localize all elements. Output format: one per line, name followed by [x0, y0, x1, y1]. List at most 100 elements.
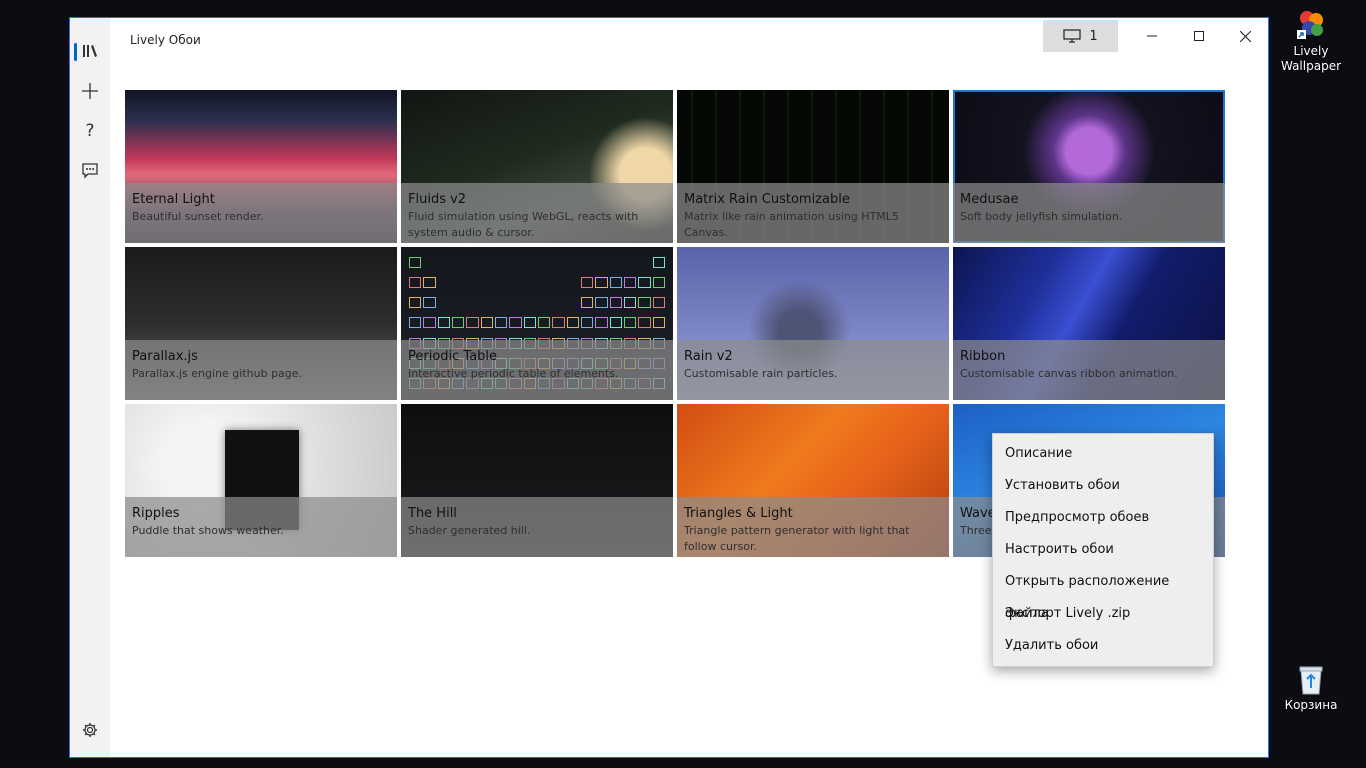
periodic-cell [609, 317, 622, 329]
minimize-button[interactable] [1129, 18, 1175, 54]
menu-item-open-location[interactable]: Открыть расположение файла [993, 566, 1213, 621]
tile-description: Triangle pattern generator with light th… [684, 524, 910, 553]
tile-title: Matrix Rain Customizable [684, 192, 850, 207]
menu-item-delete[interactable]: Удалить обои [993, 630, 1213, 662]
nav-sidebar: ? [70, 18, 110, 757]
tile-title: Ripples [132, 506, 180, 521]
periodic-cell [481, 297, 493, 308]
tile-description: Customisable rain particles. [684, 367, 838, 380]
periodic-cell [438, 297, 450, 308]
menu-item-description[interactable]: Описание [993, 438, 1213, 470]
nav-help-button[interactable]: ? [70, 111, 110, 151]
periodic-cell [509, 277, 521, 288]
menu-item-customise[interactable]: Настроить обои [993, 534, 1213, 566]
periodic-cell [638, 257, 650, 268]
tile-title: Triangles & Light [684, 506, 793, 521]
tile-title: Periodic Table [408, 349, 498, 364]
periodic-cell [652, 297, 665, 309]
monitor-select-button[interactable]: 1 [1043, 20, 1118, 52]
nav-add-button[interactable] [70, 71, 110, 111]
periodic-cell [524, 257, 536, 268]
periodic-cell [652, 317, 665, 329]
periodic-cell [538, 257, 550, 268]
lively-app-icon [1297, 11, 1323, 39]
periodic-cell [423, 317, 436, 329]
wallpaper-tile[interactable]: Ripples Puddle that shows weather. [125, 404, 397, 557]
periodic-cell [452, 297, 464, 308]
periodic-cell [652, 257, 665, 268]
feedback-icon [82, 163, 98, 179]
periodic-cell [538, 277, 550, 288]
close-button[interactable] [1222, 18, 1268, 54]
plus-icon [82, 83, 98, 99]
periodic-cell [423, 297, 436, 309]
tile-caption: Matrix Rain Customizable Matrix like rai… [677, 183, 949, 243]
tile-description: Puddle that shows weather. [132, 524, 284, 537]
window-title: Lively Обои [130, 33, 201, 47]
periodic-cell [652, 277, 665, 289]
periodic-cell [567, 257, 579, 268]
help-icon: ? [85, 121, 95, 141]
nav-settings-button[interactable] [70, 710, 110, 750]
nav-feedback-button[interactable] [70, 151, 110, 191]
wallpaper-tile[interactable]: The Hill Shader generated hill. [401, 404, 673, 557]
wallpaper-tile[interactable]: Rain v2 Customisable rain particles. [677, 247, 949, 400]
periodic-cell [409, 317, 422, 329]
periodic-cell [552, 317, 565, 329]
wallpaper-tile[interactable]: Ribbon Customisable canvas ribbon animat… [953, 247, 1225, 400]
nav-library-button[interactable] [70, 31, 110, 71]
periodic-cell [552, 297, 564, 308]
tile-description: Matrix like rain animation using HTML5 C… [684, 210, 899, 239]
tile-caption: The Hill Shader generated hill. [401, 497, 673, 557]
periodic-cell [438, 257, 450, 268]
periodic-cell [481, 257, 493, 268]
periodic-cell [638, 297, 651, 309]
periodic-cell [567, 297, 579, 308]
wallpaper-tile[interactable]: Eternal Light Beautiful sunset render. [125, 90, 397, 243]
periodic-cell [452, 277, 464, 288]
periodic-cell [452, 257, 464, 268]
wallpaper-tile[interactable]: Parallax.js Parallax.js engine github pa… [125, 247, 397, 400]
tile-description: Parallax.js engine github page. [132, 367, 303, 380]
tile-title: The Hill [408, 506, 457, 521]
monitor-icon [1063, 29, 1081, 43]
periodic-cell [509, 257, 521, 268]
periodic-cell [566, 317, 579, 329]
wallpaper-tile[interactable]: Fluids v2 Fluid simulation using WebGL, … [401, 90, 673, 243]
periodic-cell [595, 297, 608, 309]
periodic-cell [466, 277, 478, 288]
periodic-cell [537, 317, 551, 329]
periodic-cell [466, 317, 479, 329]
periodic-cell [595, 257, 607, 268]
periodic-cell [552, 277, 564, 288]
wallpaper-tile[interactable]: Matrix Rain Customizable Matrix like rai… [677, 90, 949, 243]
tile-caption: Rain v2 Customisable rain particles. [677, 340, 949, 400]
periodic-cell [409, 297, 422, 309]
periodic-cell [538, 297, 550, 308]
menu-item-set-wallpaper[interactable]: Установить обои [993, 470, 1213, 502]
wallpaper-tile[interactable]: Triangles & Light Triangle pattern gener… [677, 404, 949, 557]
tile-title: Eternal Light [132, 192, 215, 207]
tile-title: Parallax.js [132, 349, 198, 364]
tile-description: Soft body jellyfish simulation. [960, 210, 1123, 223]
maximize-button[interactable] [1176, 18, 1222, 54]
tile-caption: Fluids v2 Fluid simulation using WebGL, … [401, 183, 673, 243]
periodic-cell [409, 257, 422, 268]
periodic-cell [451, 317, 465, 329]
tile-caption: Medusae Soft body jellyfish simulation. [953, 183, 1225, 243]
wallpaper-tile[interactable]: Periodic Table Interactive periodic tabl… [401, 247, 673, 400]
desktop-icon-label: Lively Wallpaper [1280, 44, 1342, 73]
tile-description: Interactive periodic table of elements. [408, 367, 619, 380]
desktop-icon-lively[interactable]: Lively Wallpaper [1271, 8, 1351, 74]
periodic-cell [495, 257, 507, 268]
close-icon [1239, 30, 1251, 42]
tile-caption: Eternal Light Beautiful sunset render. [125, 183, 397, 243]
periodic-cell [480, 317, 493, 329]
menu-item-export-zip[interactable]: Экспорт Lively .zip [993, 598, 1213, 630]
periodic-cell [495, 277, 507, 288]
periodic-cell [466, 297, 478, 308]
wallpaper-tile-selected[interactable]: Medusae Soft body jellyfish simulation. [953, 90, 1225, 243]
menu-item-preview[interactable]: Предпросмотр обоев [993, 502, 1213, 534]
recycle-bin-icon [1299, 666, 1323, 695]
desktop-icon-recycle-bin[interactable]: Корзина [1271, 664, 1351, 713]
